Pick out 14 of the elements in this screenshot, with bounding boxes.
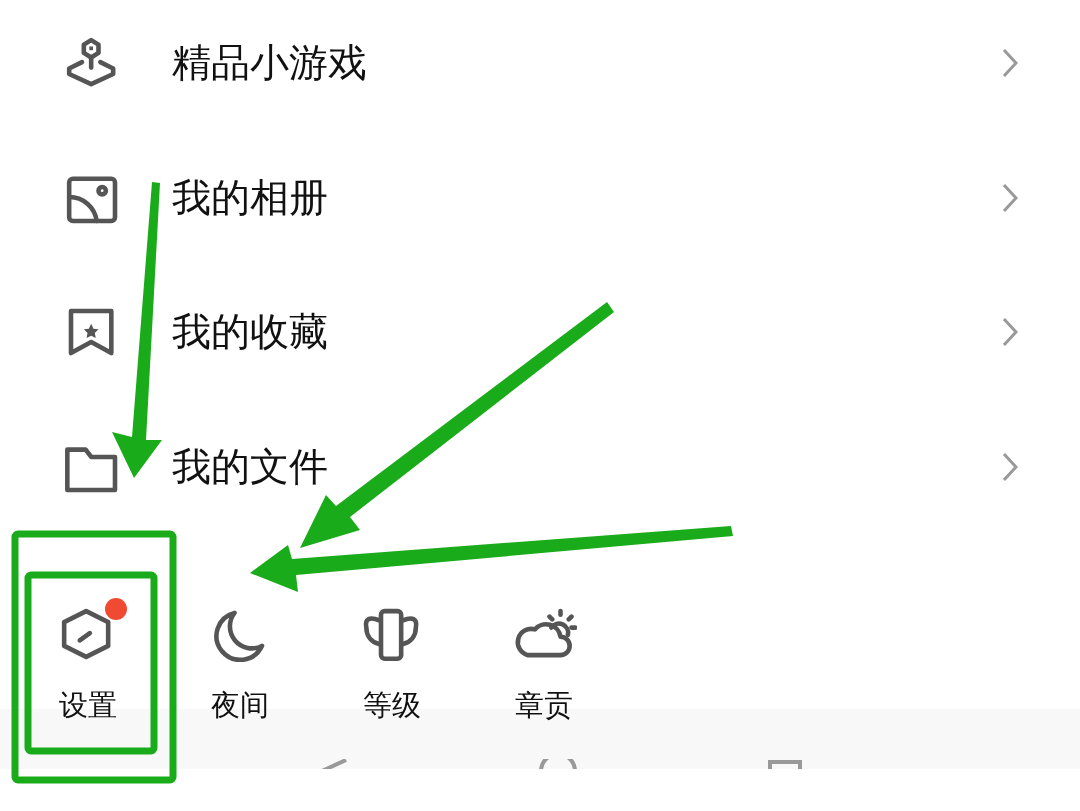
chevron-icon [1002,317,1018,348]
chevron-icon [1002,182,1018,213]
chevron-icon [1002,48,1018,79]
recents-icon[interactable] [768,759,802,769]
home-icon[interactable] [538,759,578,769]
shortcut-button[interactable]: 等级 [337,596,447,726]
menu-item[interactable]: 我的收藏 [0,265,1080,400]
menu-item[interactable]: 我的相册 [0,130,1080,265]
menu-item[interactable]: 精品小游戏 [0,0,1080,131]
chevron-icon [1002,451,1018,482]
menu-item[interactable]: 我的文件 [0,399,1080,534]
shortcut-button[interactable]: 夜间 [185,596,295,726]
shortcut-button[interactable]: 章贡 [489,596,599,726]
shortcut-button[interactable]: 设置 [33,596,143,726]
